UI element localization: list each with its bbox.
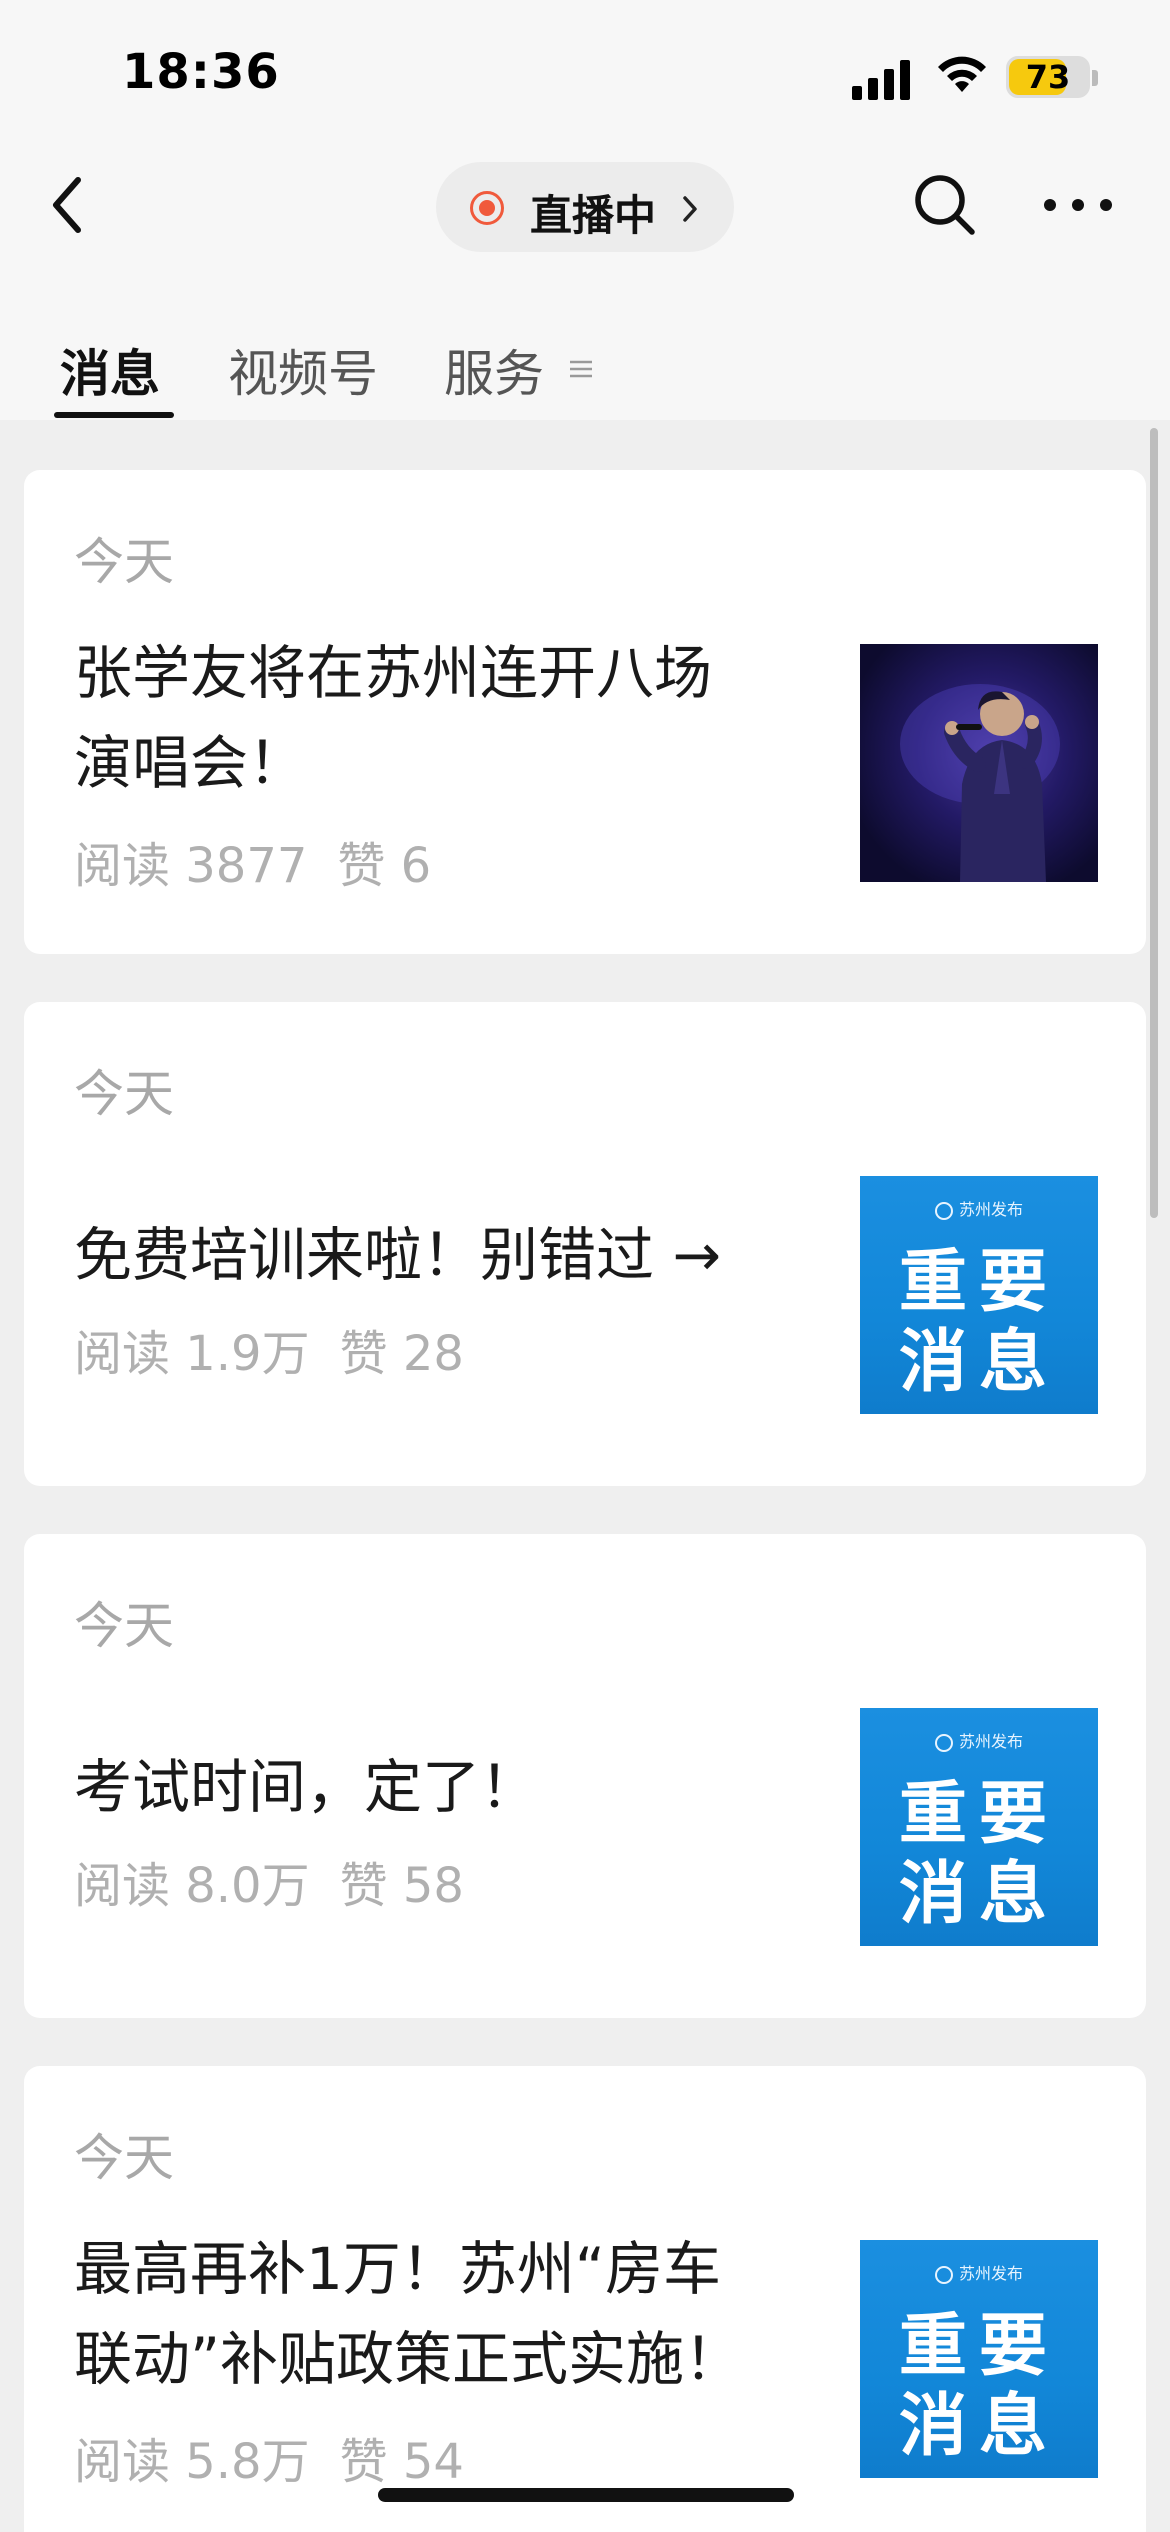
article-date: 今天: [74, 2129, 174, 2187]
article-card[interactable]: 今天 张学友将在苏州连开八场 演唱会！ 阅读 3877 赞 6: [24, 470, 1146, 954]
article-title: 考试时间，定了！: [74, 1742, 834, 1832]
article-card[interactable]: 今天 免费培训来啦！别错过 → 阅读 1.9万赞 28 苏州发布 重要 消息: [24, 1002, 1146, 1486]
article-title: 免费培训来啦！别错过 →: [74, 1210, 834, 1300]
battery-level: 73: [1025, 58, 1071, 96]
article-title: 张学友将在苏州连开八场 演唱会！: [74, 628, 834, 808]
read-count: 阅读 5.8万: [74, 2434, 310, 2490]
live-status-button[interactable]: 直播中: [436, 162, 734, 252]
thumbnail-brand: 苏州发布: [958, 1200, 1023, 1219]
like-count: 赞 58: [339, 1858, 464, 1914]
article-stats: 阅读 1.9万赞 28: [74, 1314, 494, 1384]
read-count: 阅读 8.0万: [74, 1858, 310, 1914]
battery-indicator: 73: [1006, 56, 1090, 98]
article-thumbnail: 苏州发布 重要 消息: [860, 2240, 1098, 2478]
live-label: 直播中: [530, 191, 657, 240]
more-options-button[interactable]: [1040, 180, 1116, 230]
like-count: 赞 28: [339, 1326, 464, 1382]
article-stats: 阅读 8.0万赞 58: [74, 1846, 494, 1916]
publisher-logo-icon: [934, 1201, 953, 1220]
thumbnail-header: 苏州发布: [860, 2260, 1098, 2284]
tab-services[interactable]: 服务: [444, 334, 544, 406]
article-title-line: 最高再补1万！苏州“房车: [74, 2235, 721, 2303]
article-date: 今天: [74, 1597, 174, 1655]
article-stats: 阅读 5.8万赞 54: [74, 2422, 494, 2492]
back-button[interactable]: [40, 170, 100, 240]
battery-cap: [1092, 70, 1098, 86]
article-thumbnail: 苏州发布 重要 消息: [860, 1708, 1098, 1946]
scrollbar[interactable]: [1150, 428, 1158, 1218]
cellular-signal-icon: [852, 60, 910, 100]
article-thumbnail: [860, 644, 1098, 882]
thumbnail-brand: 苏州发布: [958, 1732, 1023, 1751]
chevron-right-icon: [683, 196, 697, 222]
status-time: 18:36: [122, 44, 280, 100]
article-thumbnail: 苏州发布 重要 消息: [860, 1176, 1098, 1414]
article-title-line: 联动”补贴政策正式实施！: [74, 2325, 743, 2393]
like-count: 赞 54: [339, 2434, 464, 2490]
thumbnail-header: 苏州发布: [860, 1196, 1098, 1220]
wifi-icon: [938, 56, 986, 92]
navigation-bar: 直播中: [0, 150, 1170, 260]
read-count: 阅读 3877: [74, 838, 308, 894]
active-tab-indicator: [54, 412, 174, 418]
top-chrome: 18:36 73 直播中 消息 视频号 服务: [0, 0, 1170, 420]
article-title-line: 张学友将在苏州连开八场: [74, 639, 713, 707]
thumbnail-text: 消息: [898, 1322, 1059, 1402]
publisher-logo-icon: [934, 2265, 953, 2284]
thumbnail-text: 消息: [898, 2386, 1059, 2466]
article-date: 今天: [74, 533, 174, 591]
tab-bar: 消息 视频号 服务: [0, 320, 1170, 430]
article-title-line: 免费培训来啦！别错过 →: [74, 1221, 722, 1289]
search-button[interactable]: [910, 170, 980, 240]
live-record-icon: [470, 191, 504, 225]
thumbnail-header: 苏州发布: [860, 1728, 1098, 1752]
publisher-logo-icon: [934, 1733, 953, 1752]
like-count: 赞 6: [337, 838, 432, 894]
article-stats: 阅读 3877 赞 6: [74, 826, 461, 896]
article-card[interactable]: 今天 考试时间，定了！ 阅读 8.0万赞 58 苏州发布 重要 消息: [24, 1534, 1146, 2018]
thumbnail-text: 消息: [898, 1854, 1059, 1934]
article-title: 最高再补1万！苏州“房车 联动”补贴政策正式实施！: [74, 2224, 834, 2404]
concert-photo: [900, 684, 1060, 882]
article-date: 今天: [74, 1065, 174, 1123]
thumbnail-brand: 苏州发布: [958, 2264, 1023, 2283]
tab-channels[interactable]: 视频号: [228, 334, 378, 406]
menu-icon: [570, 360, 592, 378]
home-indicator[interactable]: [378, 2488, 794, 2502]
read-count: 阅读 1.9万: [74, 1326, 310, 1382]
status-bar: 18:36 73: [0, 0, 1170, 150]
tab-messages[interactable]: 消息: [60, 334, 160, 406]
article-card[interactable]: 今天 最高再补1万！苏州“房车 联动”补贴政策正式实施！ 阅读 5.8万赞 54…: [24, 2066, 1146, 2532]
article-title-line: 演唱会！: [74, 729, 307, 797]
article-title-line: 考试时间，定了！: [74, 1753, 539, 1821]
